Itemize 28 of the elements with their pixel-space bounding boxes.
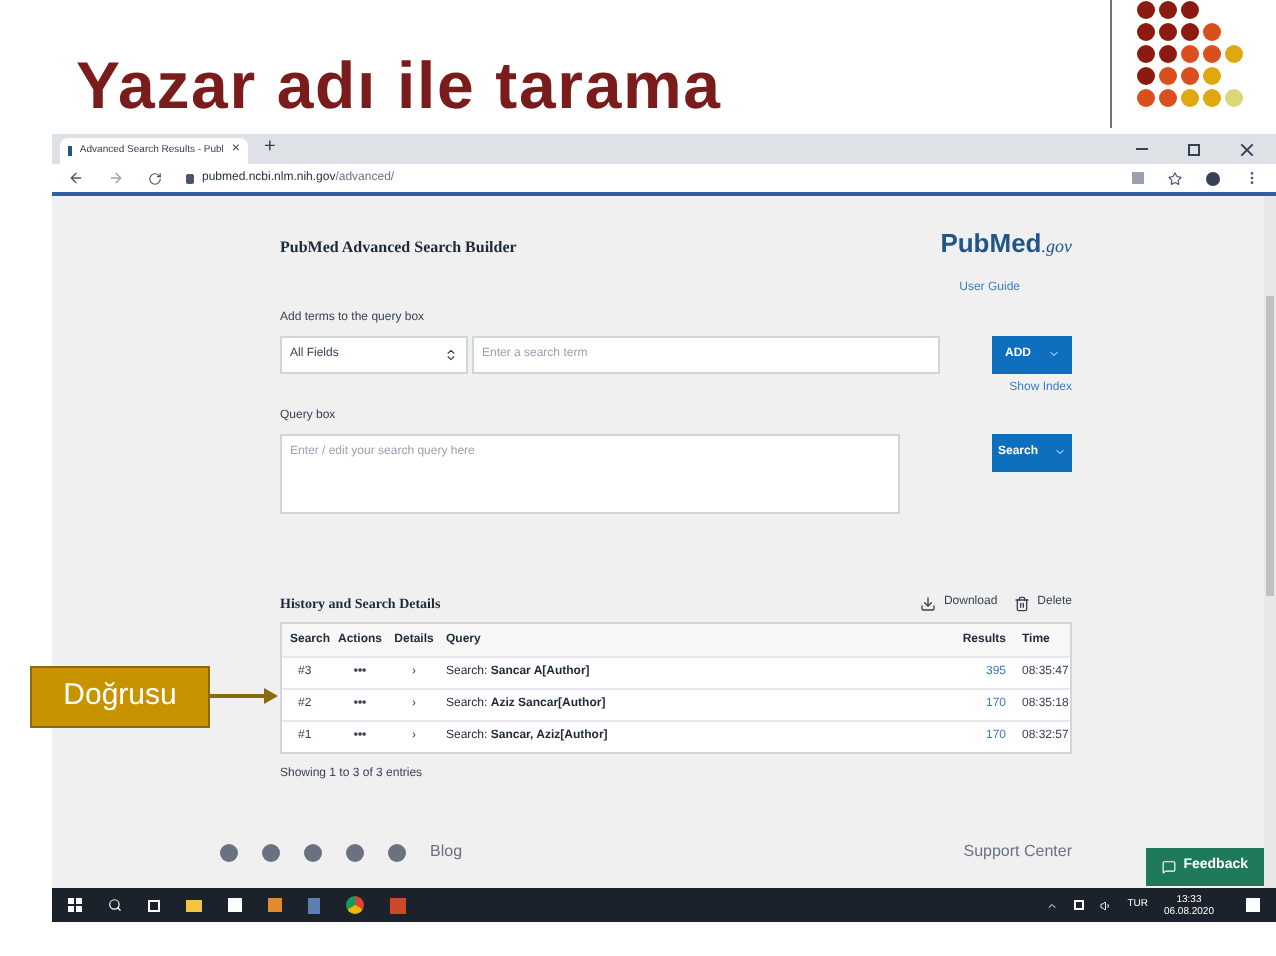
task-view-icon[interactable] [148,899,160,911]
profile-icon[interactable] [1206,171,1220,185]
download-icon [919,595,936,612]
callout-label: Doğrusu [30,666,210,728]
chevron-down-icon [1054,446,1066,458]
support-center-link[interactable]: Support Center [963,840,1072,864]
slide-title: Yazar adı ile tarama [76,46,722,126]
star-icon[interactable] [1168,171,1182,185]
close-icon[interactable] [1240,143,1252,155]
search-icon[interactable] [108,898,122,912]
folder-icon[interactable] [186,899,202,911]
dot-pattern-drawing [1136,0,1248,112]
new-tab-button[interactable]: + [264,132,276,162]
browser-icon[interactable] [346,896,364,914]
pubmed-logo: PubMed.gov [940,226,1072,262]
reload-icon[interactable] [148,171,162,185]
volume-icon[interactable] [1099,899,1112,911]
back-icon[interactable] [68,170,84,186]
chat-icon [1161,860,1176,874]
chevron-down-icon [1047,348,1059,360]
arrow-icon [210,688,278,704]
trash-icon [1013,595,1030,612]
sort-icon [444,347,458,361]
restore-icon[interactable] [1188,143,1200,155]
start-icon[interactable] [68,898,82,912]
chevron-up-icon[interactable] [1045,899,1058,911]
blog-link[interactable]: Blog [430,840,463,864]
page-heading: PubMed Advanced Search Builder [280,236,517,260]
